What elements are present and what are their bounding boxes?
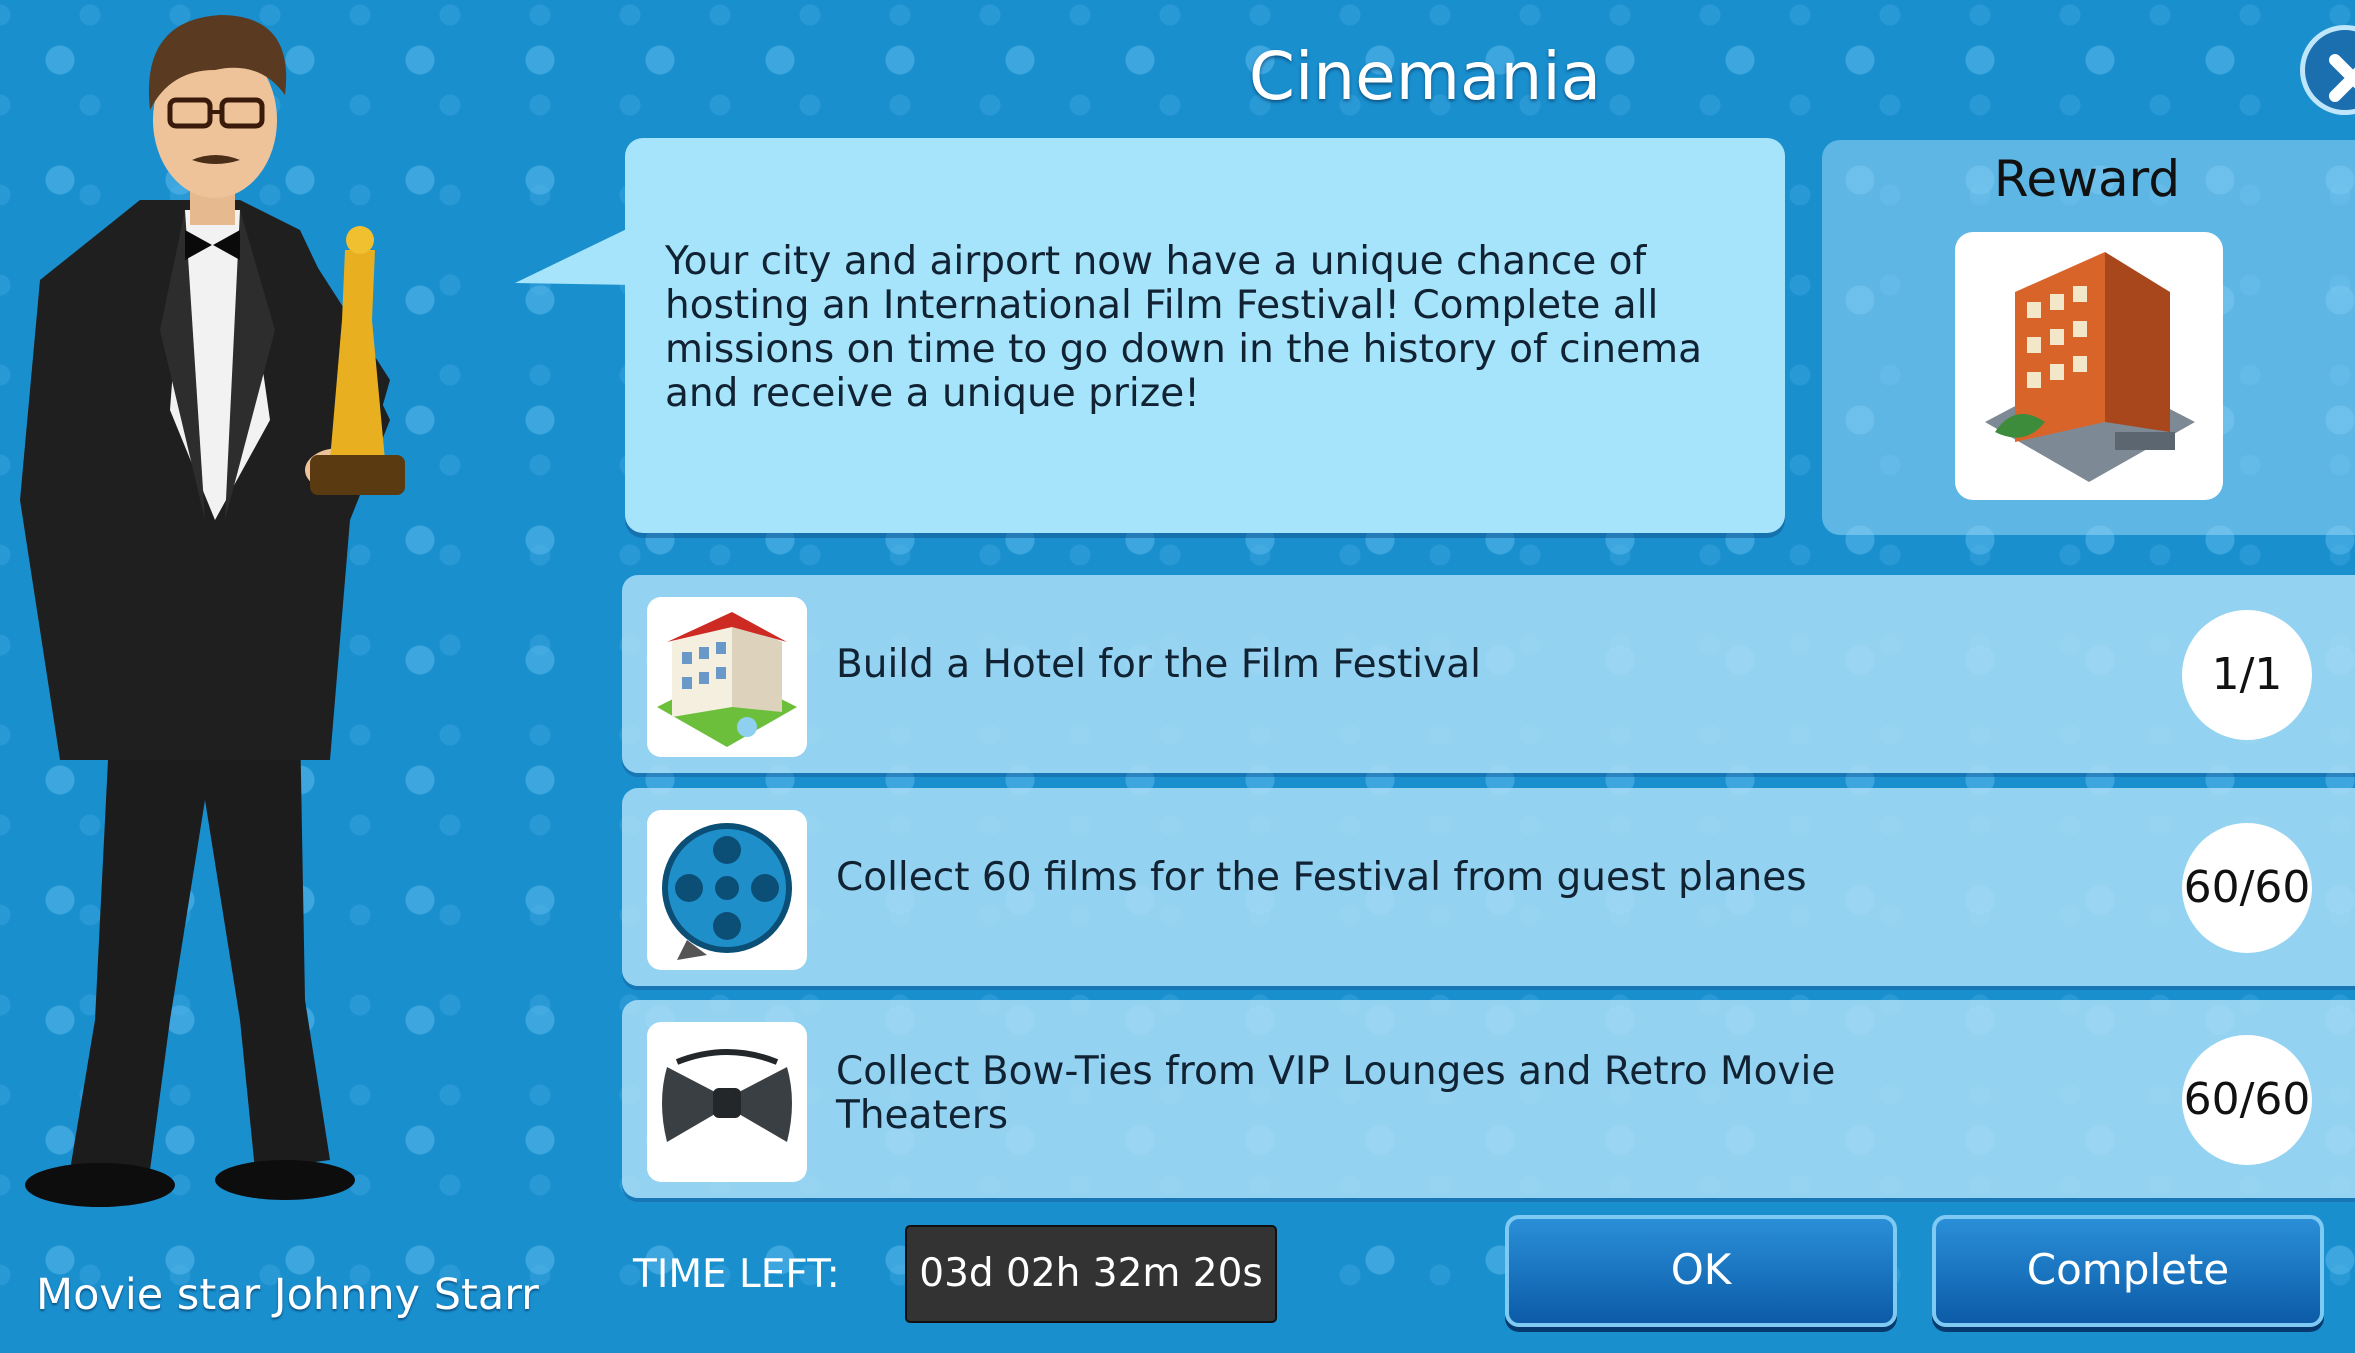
close-button[interactable]: [2300, 25, 2355, 115]
speech-bubble-tail: [515, 225, 635, 285]
mission-progress: 60/60: [2182, 1035, 2312, 1165]
mission-progress: 1/1: [2182, 610, 2312, 740]
complete-button[interactable]: Complete: [1932, 1215, 2324, 1327]
mission-icon-box: [647, 810, 807, 970]
mission-row-hotel[interactable]: Build a Hotel for the Film Festival 1/1: [622, 575, 2355, 773]
mission-icon-box: [647, 597, 807, 757]
mission-icon-box: [647, 1022, 807, 1182]
ok-button[interactable]: OK: [1505, 1215, 1897, 1327]
time-left-label: TIME LEFT:: [633, 1252, 840, 1297]
bow-tie-icon: [662, 1049, 792, 1142]
mission-progress: 60/60: [2182, 823, 2312, 953]
mission-row-films[interactable]: Collect 60 films for the Festival from g…: [622, 788, 2355, 986]
dialog-title: Cinemania: [1248, 38, 1602, 115]
event-dialog: Movie star Johnny Starr Cinemania Your c…: [0, 0, 2355, 1353]
building-reward-icon: [1985, 252, 2195, 482]
reward-title: Reward: [1993, 150, 2181, 208]
reward-image[interactable]: [1955, 232, 2223, 500]
mission-label: Collect 60 films for the Festival from g…: [836, 855, 1807, 900]
intro-text: Your city and airport now have a unique …: [665, 239, 1703, 416]
time-left-value: 03d 02h 32m 20s: [905, 1225, 1277, 1323]
npc-name: Movie star Johnny Starr: [36, 1270, 539, 1320]
hotel-icon: [657, 612, 797, 747]
close-icon: [2329, 54, 2355, 102]
movie-star-character: [20, 15, 405, 1207]
film-reel-icon: [662, 823, 792, 960]
mission-label: Build a Hotel for the Film Festival: [836, 642, 1481, 687]
mission-row-bowties[interactable]: Collect Bow-Ties from VIP Lounges and Re…: [622, 1000, 2355, 1198]
mission-label: Collect Bow-Ties from VIP Lounges and Re…: [836, 1049, 1836, 1138]
